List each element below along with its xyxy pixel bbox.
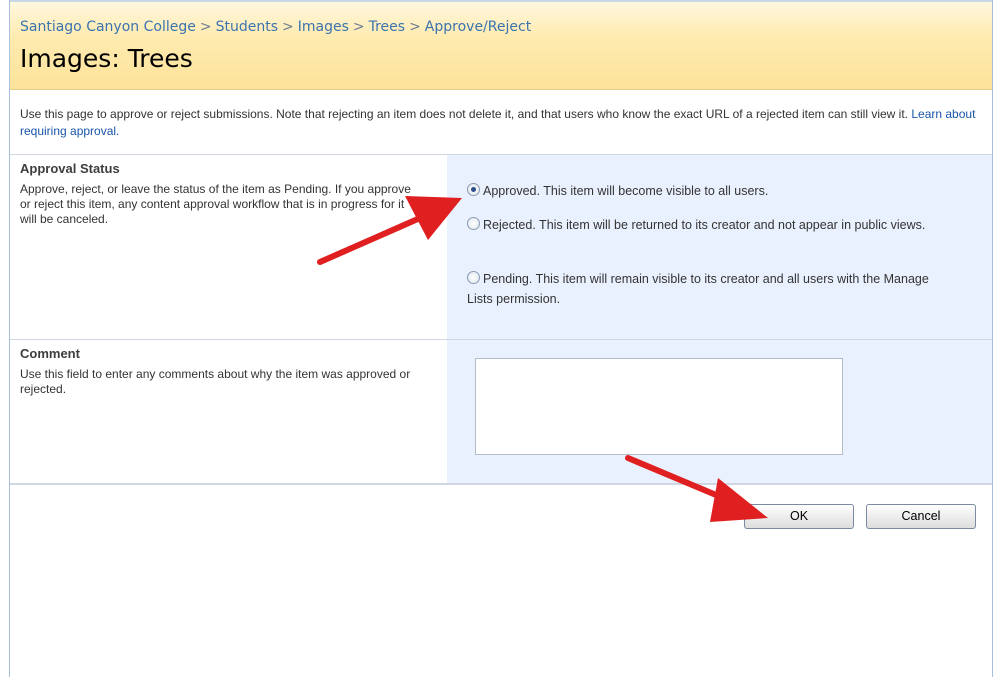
radio-option-rejected[interactable]: Rejected. This item will be returned to … xyxy=(467,215,957,235)
radio-button-pending[interactable] xyxy=(467,271,480,284)
approval-status-title: Approval Status xyxy=(20,161,120,176)
breadcrumb-link-students[interactable]: Students xyxy=(216,19,278,35)
comment-info: Comment Use this field to enter any comm… xyxy=(20,346,420,397)
comment-textarea[interactable] xyxy=(475,358,843,455)
radio-label-approved[interactable]: Approved. This item will become visible … xyxy=(483,184,768,198)
page-title: Images: Trees xyxy=(20,44,193,73)
radio-label-pending[interactable]: Pending. This item will remain visible t… xyxy=(467,272,929,306)
intro-description: Use this page to approve or reject submi… xyxy=(20,107,909,121)
page-header: Santiago Canyon College > Students > Images >… xyxy=(10,2,992,90)
intro-text: Use this page to approve or reject submi… xyxy=(20,106,980,140)
comment-section: Comment Use this field to enter any comm… xyxy=(10,339,992,485)
breadcrumb: Santiago Canyon College > Students > Images >… xyxy=(20,19,531,35)
breadcrumb-link-college[interactable]: Santiago Canyon College xyxy=(20,19,196,35)
breadcrumb-current: Approve/Reject xyxy=(424,19,532,35)
approval-status-options: Approved. This item will become visible … xyxy=(447,155,992,339)
radio-label-rejected[interactable]: Rejected. This item will be returned to … xyxy=(483,218,925,232)
breadcrumb-link-trees[interactable]: Trees xyxy=(369,19,405,35)
breadcrumb-separator: > xyxy=(352,19,365,35)
radio-button-rejected[interactable] xyxy=(467,217,480,230)
approval-status-section: Approval Status Approve, reject, or leav… xyxy=(10,154,992,339)
approval-status-info: Approval Status Approve, reject, or leav… xyxy=(20,161,420,227)
ok-button[interactable]: OK xyxy=(744,504,854,529)
radio-option-approved[interactable]: Approved. This item will become visible … xyxy=(467,181,957,201)
approval-status-description: Approve, reject, or leave the status of … xyxy=(20,182,411,226)
comment-input-area xyxy=(447,340,992,483)
page-frame: Santiago Canyon College > Students > Images >… xyxy=(9,0,993,677)
breadcrumb-separator: > xyxy=(281,19,294,35)
comment-description: Use this field to enter any comments abo… xyxy=(20,367,411,396)
breadcrumb-separator: > xyxy=(199,19,212,35)
cancel-button[interactable]: Cancel xyxy=(866,504,976,529)
radio-button-approved[interactable] xyxy=(467,183,480,196)
breadcrumb-separator: > xyxy=(409,19,421,35)
comment-title: Comment xyxy=(20,346,80,361)
radio-option-pending[interactable]: Pending. This item will remain visible t… xyxy=(467,269,957,309)
breadcrumb-link-images[interactable]: Images xyxy=(298,19,349,35)
